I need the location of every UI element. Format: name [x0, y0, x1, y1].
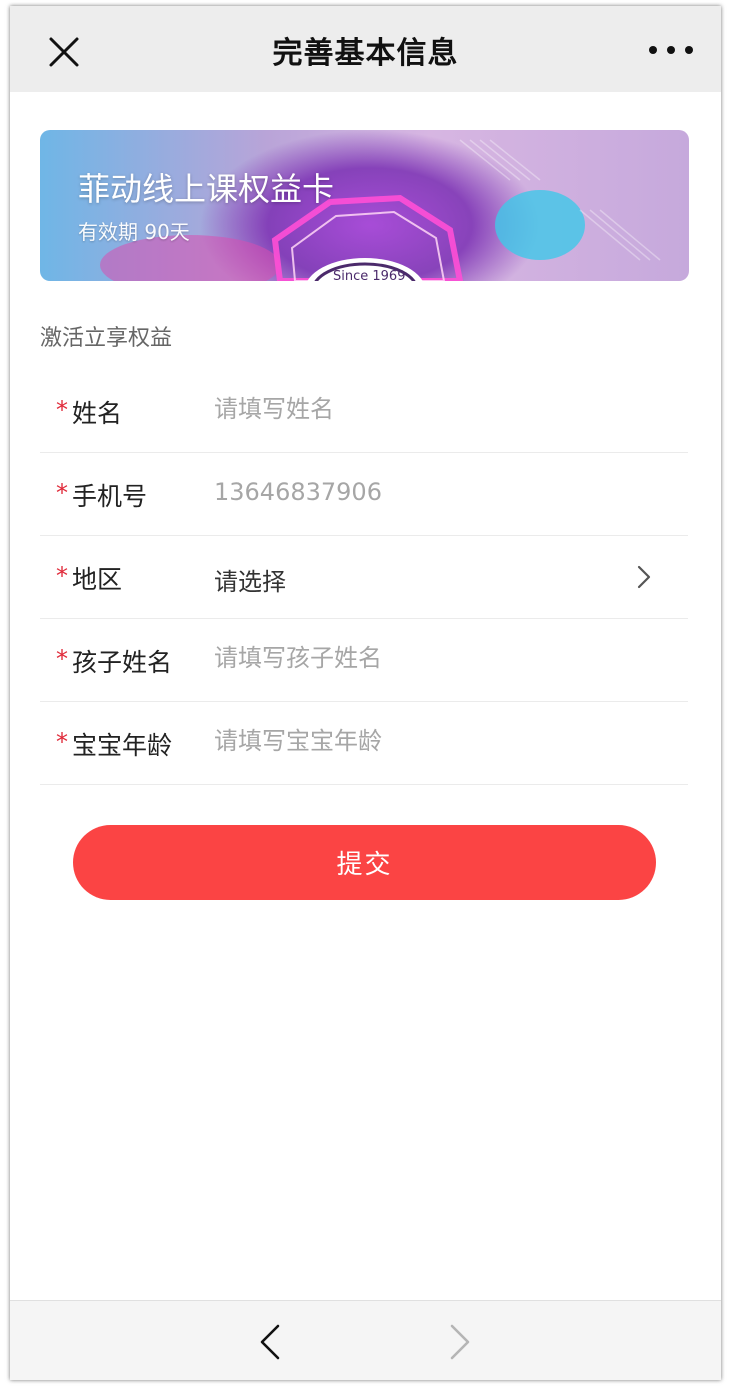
baby-age-label: 宝宝年龄	[72, 731, 173, 760]
webview-frame: 完善基本信息 Since 1969 菲动线上课权益卡 有效期 90天 激活立享权…	[10, 6, 721, 1380]
benefit-card-banner: Since 1969 菲动线上课权益卡 有效期 90天	[40, 130, 689, 281]
form-row-baby-age: * 宝宝年龄	[40, 702, 688, 785]
required-mark: *	[56, 396, 68, 424]
required-mark: *	[56, 479, 68, 507]
name-input[interactable]	[214, 388, 634, 430]
region-label: 地区	[72, 565, 123, 594]
banner-title: 菲动线上课权益卡	[78, 170, 335, 208]
top-navbar: 完善基本信息	[10, 6, 721, 92]
required-mark: *	[56, 728, 68, 756]
more-dots-icon[interactable]	[645, 36, 697, 64]
phone-label: 手机号	[72, 482, 148, 511]
form-row-region[interactable]: * 地区 请选择	[40, 536, 688, 619]
page-title: 完善基本信息	[272, 36, 459, 71]
banner-subtitle: 有效期 90天	[78, 220, 190, 244]
submit-button[interactable]: 提交	[73, 825, 656, 900]
section-label: 激活立享权益	[40, 326, 173, 351]
required-mark: *	[56, 562, 68, 590]
form-row-name: * 姓名	[40, 370, 688, 453]
child-name-label: 孩子姓名	[72, 648, 173, 677]
back-arrow-icon[interactable]	[258, 1323, 282, 1361]
baby-age-input[interactable]	[214, 720, 634, 762]
info-form: * 姓名 * 手机号 * 地区 请选择 * 孩子姓名 * 宝宝年龄	[40, 370, 688, 785]
region-select-value[interactable]: 请选择	[214, 562, 286, 597]
name-label: 姓名	[72, 399, 123, 428]
forward-arrow-icon[interactable]	[448, 1323, 472, 1361]
form-row-phone: * 手机号	[40, 453, 688, 536]
banner-badge-text: Since 1969	[333, 269, 405, 281]
child-name-input[interactable]	[214, 637, 634, 679]
phone-input[interactable]	[214, 471, 634, 513]
chevron-right-icon	[637, 565, 651, 589]
form-row-child-name: * 孩子姓名	[40, 619, 688, 702]
required-mark: *	[56, 645, 68, 673]
bottom-toolbar	[10, 1300, 721, 1380]
